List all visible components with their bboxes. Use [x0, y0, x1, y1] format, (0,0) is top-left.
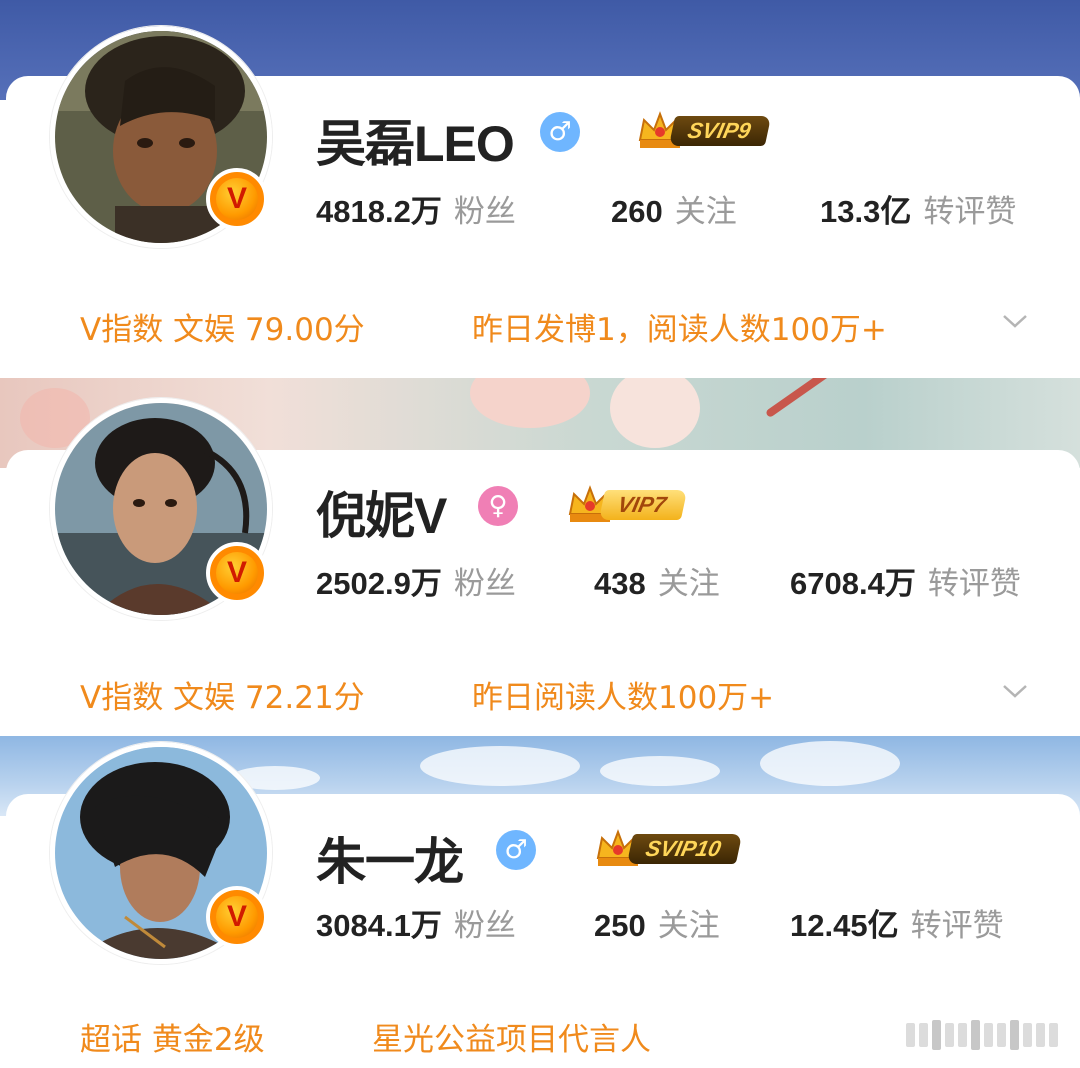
interactions-label: 转评赞 [923, 194, 1017, 230]
fans-label: 粉丝 [453, 194, 516, 230]
vip-badge[interactable]: VIP7 [566, 484, 687, 526]
following-count: 438 [594, 566, 646, 601]
male-icon: ♂ [496, 830, 536, 870]
fans-stat[interactable]: 4818.2万 粉丝 [316, 186, 516, 231]
following-stat[interactable]: 438 关注 [594, 558, 720, 603]
interactions-stat[interactable]: 12.45亿 转评赞 [790, 900, 1004, 945]
interactions-stat[interactable]: 6708.4万 转评赞 [790, 558, 1021, 603]
fans-count: 2502.9万 [316, 566, 442, 601]
following-count: 250 [594, 908, 646, 943]
male-icon: ♂ [540, 112, 580, 152]
v-index-info: V指数 文娱 79.00分 [80, 312, 365, 348]
interactions-count: 6708.4万 [790, 566, 916, 601]
interactions-label: 转评赞 [910, 908, 1004, 944]
fans-label: 粉丝 [453, 908, 516, 944]
svip-badge[interactable]: SVIP9 [636, 110, 772, 152]
reading-info: 昨日阅读人数100万+ [472, 680, 775, 716]
vip-level-label: VIP7 [598, 490, 687, 520]
ambassador-info: 星光公益项目代言人 [372, 1022, 651, 1058]
profile-comparison-screen: V指数 文娱 79.00分 昨日发博1，阅读人数100万+ V 吴磊LEO ♂ … [0, 0, 1080, 1068]
fans-stat[interactable]: 3084.1万 粉丝 [316, 900, 516, 945]
v-index-info: V指数 文娱 72.21分 [80, 680, 365, 716]
vip-level-label: SVIP10 [626, 834, 742, 864]
verified-badge-icon: V [206, 542, 268, 604]
following-label: 关注 [674, 194, 737, 230]
profile-name[interactable]: 倪妮V [316, 476, 447, 548]
posting-info: 昨日发博1，阅读人数100万+ [472, 312, 887, 348]
following-label: 关注 [657, 566, 720, 602]
svip-badge[interactable]: SVIP10 [594, 828, 742, 870]
fans-label: 粉丝 [453, 566, 516, 602]
watermark [858, 1020, 1058, 1050]
verified-badge-icon: V [206, 168, 268, 230]
fans-count: 3084.1万 [316, 908, 442, 943]
interactions-count: 12.45亿 [790, 908, 899, 943]
interactions-count: 13.3亿 [820, 194, 912, 229]
chevron-down-icon[interactable] [1002, 308, 1028, 334]
verified-badge-icon: V [206, 886, 268, 948]
female-icon: ♀ [478, 486, 518, 526]
following-label: 关注 [657, 908, 720, 944]
fans-stat[interactable]: 2502.9万 粉丝 [316, 558, 516, 603]
following-stat[interactable]: 260 关注 [611, 186, 737, 231]
profile-name[interactable]: 朱一龙 [316, 822, 464, 894]
profile-name[interactable]: 吴磊LEO [316, 104, 515, 176]
chevron-down-icon[interactable] [1002, 678, 1028, 704]
following-count: 260 [611, 194, 663, 229]
fans-count: 4818.2万 [316, 194, 442, 229]
following-stat[interactable]: 250 关注 [594, 900, 720, 945]
interactions-label: 转评赞 [927, 566, 1021, 602]
interactions-stat[interactable]: 13.3亿 转评赞 [820, 186, 1016, 231]
super-topic-info: 超话 黄金2级 [80, 1022, 265, 1058]
vip-level-label: SVIP9 [668, 116, 772, 146]
